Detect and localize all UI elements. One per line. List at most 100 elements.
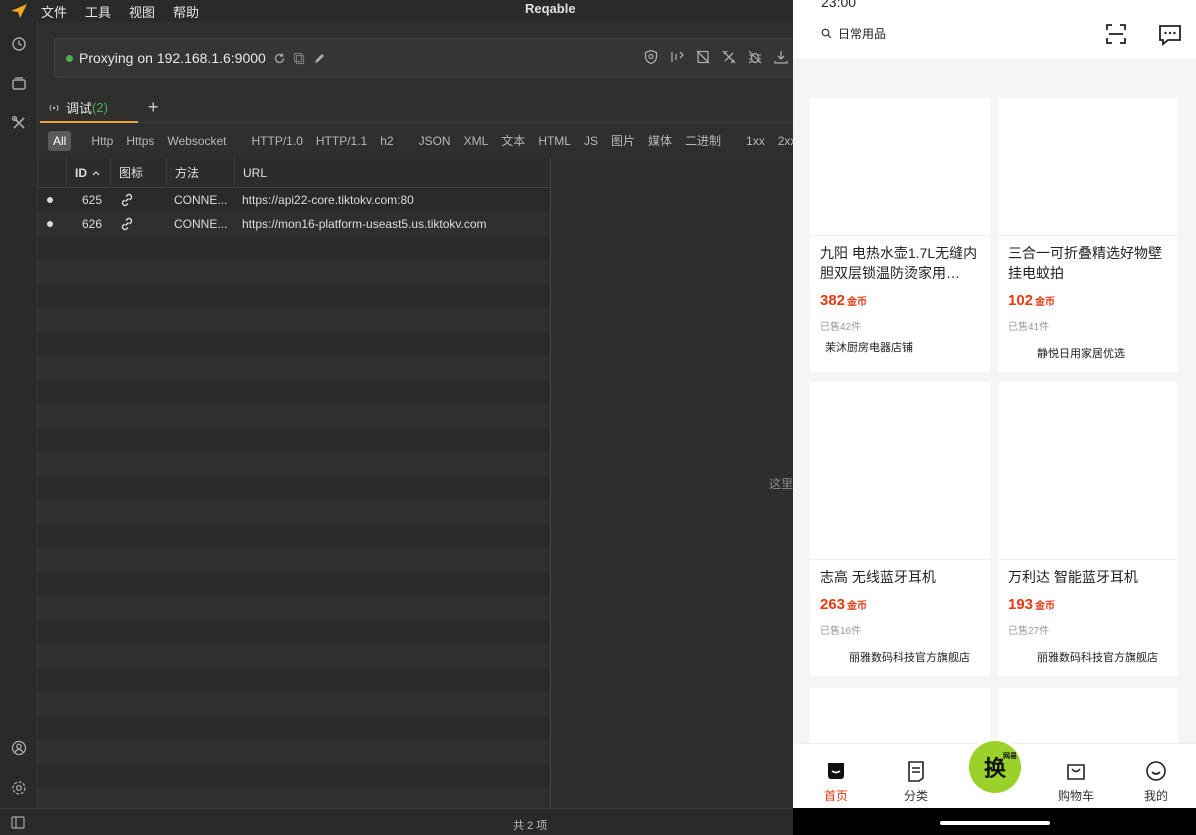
detail-panel: 这里 xyxy=(551,158,793,808)
filter-chip[interactable]: Https xyxy=(121,131,159,151)
table-row-background xyxy=(38,596,550,620)
sidebar xyxy=(0,22,38,808)
phone-search-box[interactable]: 日常用品 xyxy=(821,25,886,42)
filter-bar: All Http Https Websocket HTTP/1.0 HTTP/1.1 h2 J… xyxy=(48,130,793,152)
filter-chip[interactable]: Http xyxy=(86,131,118,151)
download-icon[interactable] xyxy=(773,49,789,70)
product-card[interactable]: 三合一可折叠精选好物壁挂电蚊拍 102 金币 已售41件 静悦日用家居优选 xyxy=(998,98,1178,372)
scan-icon[interactable] xyxy=(1105,23,1127,50)
proxy-status-bar: Proxying on 192.168.1.6:9000 xyxy=(54,38,793,78)
proxy-toolbar xyxy=(643,49,789,70)
home-indicator[interactable] xyxy=(940,821,1050,825)
menu-tools[interactable]: 工具 xyxy=(85,2,111,21)
rewrite-off-icon[interactable] xyxy=(695,49,711,70)
column-icon-header[interactable]: 图标 xyxy=(110,158,166,188)
product-price: 263 金币 xyxy=(820,596,868,613)
product-card[interactable]: 九阳 电热水壶1.7L无缝内胆双层锁温防烫家用… 382 金币 已售42件 茉沐厨… xyxy=(810,98,990,372)
product-card[interactable] xyxy=(998,688,1178,748)
toggle-sidebar-icon[interactable] xyxy=(11,816,25,834)
product-price: 102 金币 xyxy=(1008,292,1056,309)
refresh-icon[interactable] xyxy=(273,52,286,65)
nav-category[interactable]: 分类 xyxy=(891,760,941,804)
tab-debug[interactable]: 调试 (2) xyxy=(40,94,138,123)
tools-icon[interactable] xyxy=(9,113,29,133)
exchange-center-button[interactable]: 换 网易 xyxy=(966,738,1024,796)
product-sold: 已售41件 xyxy=(1008,322,1050,333)
product-card[interactable] xyxy=(810,688,990,748)
filter-chip[interactable]: 1xx xyxy=(741,131,770,151)
product-image xyxy=(998,382,1178,560)
menu-view[interactable]: 视图 xyxy=(129,2,155,21)
nav-mine[interactable]: 我的 xyxy=(1131,760,1181,804)
table-row-background xyxy=(38,524,550,548)
account-icon[interactable] xyxy=(9,738,29,758)
search-icon xyxy=(821,28,832,39)
table-row-background xyxy=(38,740,550,764)
history-icon[interactable] xyxy=(9,34,29,54)
table-row[interactable]: 626 CONNE... https://mon16-platform-useast… xyxy=(38,212,550,236)
exchange-badge: 换 网易 xyxy=(969,741,1021,793)
phone-clock: 23:00 xyxy=(821,0,857,10)
filter-chip[interactable]: JSON xyxy=(414,131,456,151)
shopping-bag-icon xyxy=(1065,760,1087,785)
window-title: Reqable xyxy=(525,1,576,16)
filter-chip[interactable]: 2xx xyxy=(773,131,793,151)
nav-cart[interactable]: 购物车 xyxy=(1051,760,1101,804)
filter-chip[interactable]: Websocket xyxy=(162,131,231,151)
proxy-active-indicator xyxy=(66,54,73,62)
filter-chip[interactable]: XML xyxy=(459,131,494,151)
product-price: 193 金币 xyxy=(1008,596,1056,613)
reqable-logo-icon xyxy=(0,0,38,22)
script-off-icon[interactable] xyxy=(721,49,737,70)
breakpoint-icon[interactable] xyxy=(669,49,685,70)
table-row-background xyxy=(38,452,550,476)
product-title: 九阳 电热水壶1.7L无缝内胆双层锁温防烫家用… xyxy=(820,245,978,281)
radio-wave-icon xyxy=(48,102,60,114)
phone-home-indicator-area xyxy=(793,808,1196,835)
filter-chip[interactable]: 图片 xyxy=(606,131,640,151)
menu-file[interactable]: 文件 xyxy=(41,2,67,21)
menu-help[interactable]: 帮助 xyxy=(173,2,199,21)
copy-icon[interactable] xyxy=(293,52,306,65)
filter-chip[interactable]: h2 xyxy=(375,131,398,151)
table-row-background xyxy=(38,284,550,308)
edit-pencil-icon[interactable] xyxy=(313,52,326,65)
product-shop[interactable]: 丽雅数码科技官方旗舰店 xyxy=(849,649,970,665)
table-row[interactable]: 625 CONNE... https://api22-core.tiktokv.co… xyxy=(38,188,550,212)
table-header: ID 图标 方法 URL xyxy=(38,158,550,188)
product-shop[interactable]: 茉沐厨房电器店铺 xyxy=(825,339,913,355)
product-shop[interactable]: 静悦日用家居优选 xyxy=(1037,345,1125,361)
column-method-header[interactable]: 方法 xyxy=(166,158,234,188)
filter-chip[interactable]: HTTP/1.0 xyxy=(247,131,308,151)
table-row-background xyxy=(38,356,550,380)
filter-chip[interactable]: 文本 xyxy=(496,131,530,151)
certificate-shield-icon[interactable] xyxy=(643,49,659,70)
column-url-header[interactable]: URL xyxy=(234,158,550,188)
filter-chip[interactable]: HTTP/1.1 xyxy=(311,131,372,151)
column-id-header[interactable]: ID xyxy=(66,158,110,188)
debug-bug-icon[interactable] xyxy=(747,49,763,70)
nav-home[interactable]: 首页 xyxy=(811,760,861,804)
product-image xyxy=(810,382,990,560)
sessions-icon[interactable] xyxy=(9,73,29,93)
product-card[interactable]: 志高 无线蓝牙耳机 263 金币 已售16件 丽雅数码科技官方旗舰店 xyxy=(810,382,990,676)
add-tab-button[interactable]: + xyxy=(148,97,159,118)
filter-chip[interactable]: HTML xyxy=(533,131,576,151)
filter-chip[interactable]: All xyxy=(48,131,72,151)
filter-chip[interactable]: JS xyxy=(579,131,603,151)
product-sold: 已售16件 xyxy=(820,626,862,637)
table-row-background xyxy=(38,428,550,452)
tab-debug-label: 调试 xyxy=(66,101,93,116)
product-card[interactable]: 万利达 智能蓝牙耳机 193 金币 已售27件 丽雅数码科技官方旗舰店 xyxy=(998,382,1178,676)
filter-chip[interactable]: 二进制 xyxy=(680,131,726,151)
product-shop[interactable]: 丽雅数码科技官方旗舰店 xyxy=(1037,649,1158,665)
filter-chip[interactable]: 媒体 xyxy=(643,131,677,151)
product-image xyxy=(810,98,990,236)
tab-bar: 调试 (2) + xyxy=(38,94,793,123)
message-chat-icon[interactable] xyxy=(1158,24,1182,51)
link-icon xyxy=(120,188,134,212)
product-title: 三合一可折叠精选好物壁挂电蚊拍 xyxy=(1008,245,1162,281)
traffic-table: ID 图标 方法 URL 625 CONNE... https://api22-co… xyxy=(38,158,550,808)
settings-gear-icon[interactable] xyxy=(9,778,29,798)
table-row-background xyxy=(38,572,550,596)
